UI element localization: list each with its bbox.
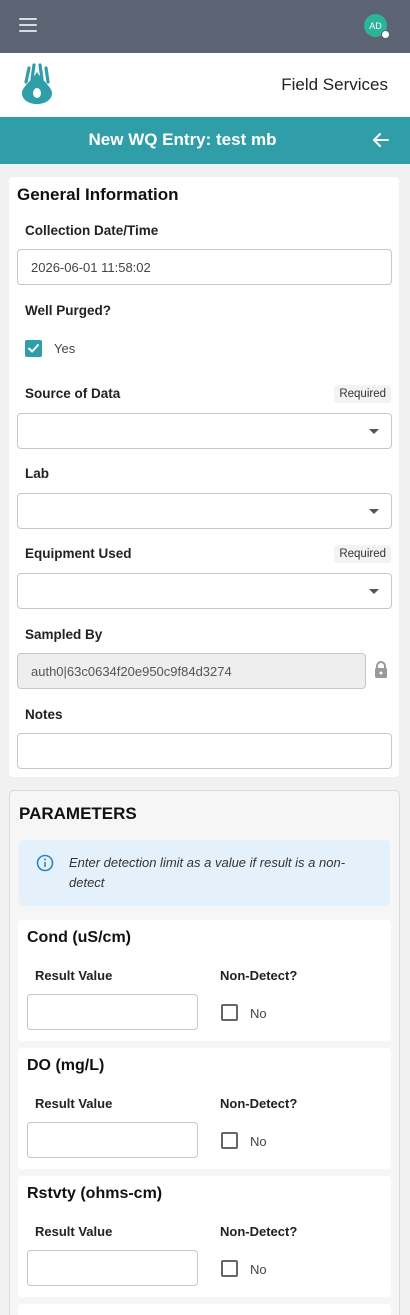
status-dot-icon: [381, 30, 390, 39]
page-title: New WQ Entry: test mb: [88, 130, 277, 149]
non-detect-checkbox[interactable]: [221, 1132, 238, 1149]
parameter-card-next: [18, 1304, 391, 1315]
result-value-input[interactable]: [27, 1122, 198, 1158]
well-purged-label: Well Purged?: [25, 303, 112, 318]
required-badge: Required: [334, 545, 391, 563]
notes-label: Notes: [25, 707, 63, 722]
parameters-title: PARAMETERS: [19, 804, 137, 823]
parameter-name: Cond (uS/cm): [27, 929, 131, 946]
non-detect-checkbox[interactable]: [221, 1260, 238, 1277]
chevron-down-icon: [369, 589, 379, 594]
checkmark-icon: [28, 344, 39, 353]
source-of-data-label: Source of Data: [25, 386, 121, 401]
non-detect-value: No: [250, 1262, 267, 1277]
non-detect-value: No: [250, 1006, 267, 1021]
water-drop-hand-logo-icon[interactable]: [19, 63, 55, 105]
app-title: Field Services: [281, 75, 388, 94]
lock-icon: [375, 661, 387, 678]
parameter-name: Rstvty (ohms-cm): [27, 1185, 163, 1202]
non-detect-checkbox[interactable]: [221, 1004, 238, 1021]
non-detect-label: Non-Detect?: [220, 968, 298, 983]
avatar[interactable]: AD: [364, 14, 390, 39]
collection-datetime-value: 2026-06-01 11:58:02: [31, 259, 151, 275]
non-detect-value: No: [250, 1134, 267, 1149]
parameter-card-do: DO (mg/L) Result Value Non-Detect? No: [18, 1048, 391, 1169]
result-value-label: Result Value: [35, 1096, 113, 1111]
general-information-card: General Information Collection Date/Time…: [9, 177, 399, 777]
non-detect-label: Non-Detect?: [220, 1096, 298, 1111]
source-of-data-select[interactable]: [17, 413, 392, 449]
info-message: Enter detection limit as a value if resu…: [69, 855, 346, 890]
sampled-by-value: auth0|63c0634f20e950c9f84d3274: [31, 663, 232, 679]
page-header: New WQ Entry: test mb: [0, 117, 410, 164]
equipment-used-select[interactable]: [17, 573, 392, 609]
well-purged-checkbox[interactable]: [25, 340, 42, 357]
lab-label: Lab: [25, 466, 50, 481]
brand-bar: Field Services: [0, 53, 410, 117]
result-value-input[interactable]: [27, 1250, 198, 1286]
parameter-name: DO (mg/L): [27, 1057, 105, 1074]
parameter-card-rstvty: Rstvty (ohms-cm) Result Value Non-Detect…: [18, 1176, 391, 1297]
parameters-card: PARAMETERS Enter detection limit as a va…: [9, 790, 400, 1315]
result-value-input[interactable]: [27, 994, 198, 1030]
parameter-card-cond: Cond (uS/cm) Result Value Non-Detect? No: [18, 920, 391, 1041]
collection-datetime-label: Collection Date/Time: [25, 223, 159, 238]
sampled-by-label: Sampled By: [25, 627, 103, 642]
result-value-label: Result Value: [35, 1224, 113, 1239]
chevron-down-icon: [369, 509, 379, 514]
notes-input[interactable]: [17, 733, 392, 769]
menu-icon[interactable]: [19, 18, 37, 32]
top-app-bar: AD: [0, 0, 410, 53]
equipment-used-label: Equipment Used: [25, 546, 132, 561]
chevron-down-icon: [369, 429, 379, 434]
collection-datetime-input[interactable]: 2026-06-01 11:58:02: [17, 249, 392, 285]
info-alert: Enter detection limit as a value if resu…: [19, 840, 390, 906]
avatar-initials: AD: [369, 20, 382, 31]
result-value-label: Result Value: [35, 968, 113, 983]
section-title: General Information: [17, 185, 179, 204]
info-icon: [36, 854, 54, 872]
lab-select[interactable]: [17, 493, 392, 529]
back-arrow-icon[interactable]: [372, 131, 390, 149]
sampled-by-input: auth0|63c0634f20e950c9f84d3274: [17, 653, 366, 689]
non-detect-label: Non-Detect?: [220, 1224, 298, 1239]
well-purged-value: Yes: [54, 341, 76, 356]
required-badge: Required: [334, 385, 391, 403]
